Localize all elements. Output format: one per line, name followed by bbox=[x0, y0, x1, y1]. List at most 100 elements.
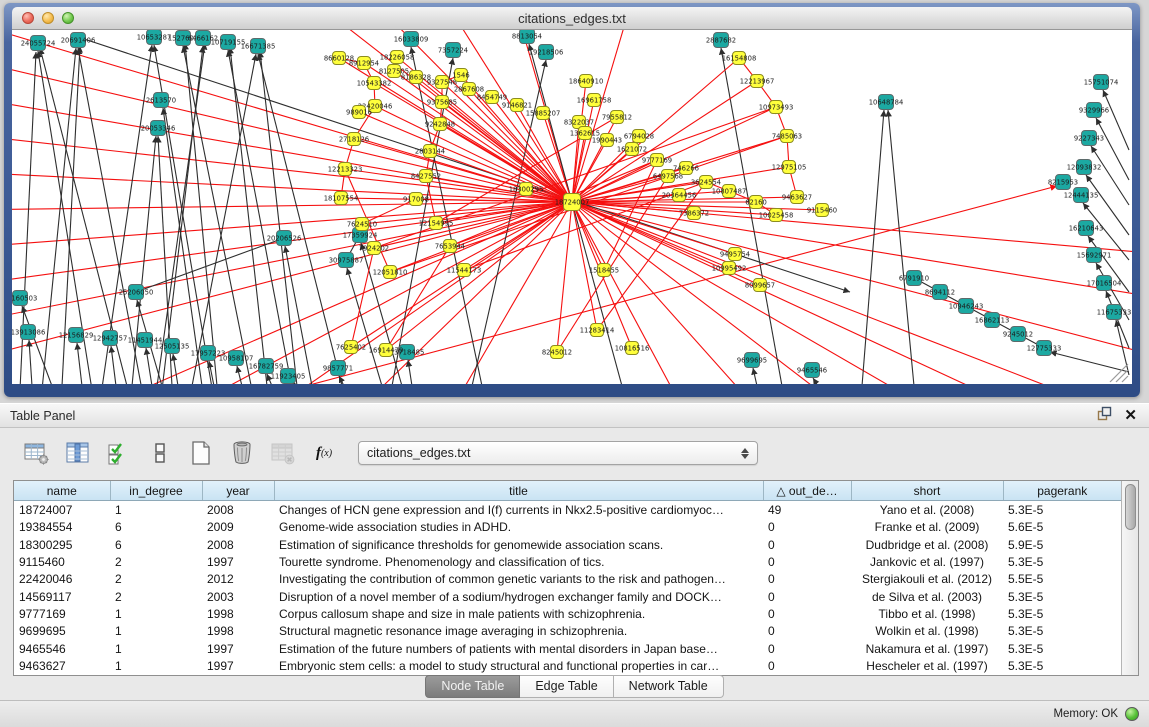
graph-edge bbox=[77, 343, 82, 384]
minimize-window-button[interactable] bbox=[42, 12, 54, 24]
table-cell: Investigating the contribution of common… bbox=[274, 571, 763, 588]
table-row[interactable]: 946554611997Estimation of the future num… bbox=[14, 640, 1121, 657]
table-cell: 18724007 bbox=[14, 501, 110, 519]
function-builder-icon[interactable]: f(x) bbox=[311, 440, 337, 466]
table-row[interactable]: 969969511998Structural magnetic resonanc… bbox=[14, 623, 1121, 640]
graph-node-label: 62160 bbox=[745, 198, 767, 206]
table-scrollbar[interactable] bbox=[1121, 481, 1138, 675]
graph-node-label: 9375685 bbox=[427, 98, 457, 106]
table-cell: 5.3E-5 bbox=[1003, 605, 1121, 622]
graph-node-label: 7955812 bbox=[602, 113, 632, 121]
graph-edge bbox=[361, 243, 402, 384]
graph-node-label: 9227343 bbox=[1074, 134, 1104, 142]
tab-network-table[interactable]: Network Table bbox=[614, 675, 724, 698]
column-header-in-degree[interactable]: in_degree bbox=[110, 481, 202, 501]
table-cell: 6 bbox=[110, 536, 202, 553]
table-cell: 19384554 bbox=[14, 518, 110, 535]
table-cell: 1 bbox=[110, 623, 202, 640]
graph-node-label: 20053346 bbox=[141, 124, 176, 132]
column-header-year[interactable]: year bbox=[202, 481, 274, 501]
graph-edge bbox=[258, 54, 342, 384]
graph-node-label: 16210643 bbox=[1069, 224, 1104, 232]
table-cell: 2003 bbox=[202, 588, 274, 605]
graph-node-label: 9465546 bbox=[797, 366, 827, 374]
dropdown-arrows-icon bbox=[741, 448, 749, 459]
graph-node-label: 12444135 bbox=[1064, 191, 1099, 199]
tab-edge-table[interactable]: Edge Table bbox=[520, 675, 613, 698]
graph-edge bbox=[1116, 320, 1129, 375]
column-header-title[interactable]: title bbox=[274, 481, 763, 501]
graph-node-label: 12213967 bbox=[740, 77, 775, 85]
graph-node-label: 8215953 bbox=[1048, 178, 1078, 186]
delete-table-icon[interactable] bbox=[270, 440, 296, 466]
table-row[interactable]: 946362711997Embryonic stem cells: a mode… bbox=[14, 658, 1121, 675]
delete-column-icon[interactable] bbox=[229, 440, 255, 466]
tab-node-table[interactable]: Node Table bbox=[425, 675, 520, 698]
node-table: namein_degreeyeartitle△ out_de…shortpage… bbox=[13, 480, 1139, 676]
table-selector-value: citations_edges.txt bbox=[367, 446, 471, 460]
float-panel-icon[interactable] bbox=[1097, 406, 1112, 426]
table-cell: 0 bbox=[763, 605, 851, 622]
table-cell: 0 bbox=[763, 571, 851, 588]
table-selector-dropdown[interactable]: citations_edges.txt bbox=[358, 441, 758, 465]
table-cell: 0 bbox=[763, 553, 851, 570]
graph-node-label: 10973493 bbox=[759, 103, 794, 111]
graph-node-label: 7485063 bbox=[772, 132, 802, 140]
table-cell: 18300295 bbox=[14, 536, 110, 553]
new-column-icon[interactable] bbox=[188, 440, 214, 466]
graph-edge bbox=[173, 354, 178, 384]
graph-node-label: 18107554 bbox=[324, 194, 359, 202]
graph-node-label: 2613570 bbox=[146, 96, 176, 104]
graph-node-label: 12051810 bbox=[373, 268, 408, 276]
table-cell: 1 bbox=[110, 640, 202, 657]
graph-node-label: 10816516 bbox=[615, 344, 650, 352]
table-row[interactable]: 911546021997Tourette syndrome. Phenomeno… bbox=[14, 553, 1121, 570]
graph-node-label: 3624554 bbox=[691, 178, 721, 186]
graph-node-label: 11544173 bbox=[447, 266, 482, 274]
graph-node-label: 1990443 bbox=[592, 136, 622, 144]
network-canvas[interactable]: 2405572420691406106532871527602646616210… bbox=[12, 30, 1132, 384]
column-header-out-de-[interactable]: △ out_de… bbox=[763, 481, 851, 501]
table-panel-title: Table Panel bbox=[10, 409, 75, 423]
column-header-name[interactable]: name bbox=[14, 481, 110, 501]
select-all-icon[interactable] bbox=[106, 440, 132, 466]
table-settings-icon[interactable] bbox=[24, 440, 50, 466]
graph-node-label: 11923405 bbox=[271, 372, 306, 380]
table-row[interactable]: 977716911998Corpus callosum shape and si… bbox=[14, 605, 1121, 622]
graph-node-label: 12213323 bbox=[328, 165, 363, 173]
graph-edge bbox=[1050, 352, 1129, 372]
table-row[interactable]: 1872400712008Changes of HCN gene express… bbox=[14, 501, 1121, 519]
close-panel-icon[interactable]: ✕ bbox=[1124, 408, 1137, 423]
table-row[interactable]: 2242004622012Investigating the contribut… bbox=[14, 571, 1121, 588]
graph-node-label: 10648784 bbox=[869, 98, 904, 106]
table-cell: 1 bbox=[110, 658, 202, 675]
window-title: citations_edges.txt bbox=[12, 11, 1132, 26]
column-header-short[interactable]: short bbox=[851, 481, 1003, 501]
table-cell: 0 bbox=[763, 623, 851, 640]
scrollbar-thumb[interactable] bbox=[1125, 484, 1136, 530]
table-row[interactable]: 1456911722003Disruption of a novel membe… bbox=[14, 588, 1121, 605]
network-window-titlebar[interactable]: citations_edges.txt bbox=[12, 7, 1132, 30]
hide-rows-icon[interactable] bbox=[147, 440, 173, 466]
zoom-window-button[interactable] bbox=[62, 12, 74, 24]
table-row[interactable]: 1938455462009Genome-wide association stu… bbox=[14, 518, 1121, 535]
close-window-button[interactable] bbox=[22, 12, 34, 24]
graph-node-label: 16033809 bbox=[394, 35, 429, 43]
column-header-pagerank[interactable]: pagerank bbox=[1003, 481, 1121, 501]
graph-node-label: 12154995 bbox=[419, 219, 454, 227]
memory-status-indicator[interactable] bbox=[1125, 707, 1139, 721]
graph-node-label: 11283414 bbox=[580, 326, 615, 334]
table-row[interactable]: 1830029562008Estimation of significance … bbox=[14, 536, 1121, 553]
show-column-icon[interactable] bbox=[65, 440, 91, 466]
graph-node-label: 10946243 bbox=[949, 302, 984, 310]
table-cell: 9465546 bbox=[14, 640, 110, 657]
table-cell: Yano et al. (2008) bbox=[851, 501, 1003, 519]
table-cell: 9777169 bbox=[14, 605, 110, 622]
table-panel-header: Table Panel ✕ bbox=[0, 403, 1149, 428]
graph-node-label: 11675333 bbox=[1097, 308, 1132, 316]
graph-node-label: 9327548 bbox=[427, 78, 457, 86]
graph-node-label: 17359924 bbox=[343, 231, 378, 239]
citation-network-graph[interactable]: 2405572420691406106532871527602646616210… bbox=[12, 30, 1132, 384]
canvas-resize-grip[interactable] bbox=[1110, 364, 1128, 382]
graph-node-label: 1621072 bbox=[617, 145, 647, 153]
